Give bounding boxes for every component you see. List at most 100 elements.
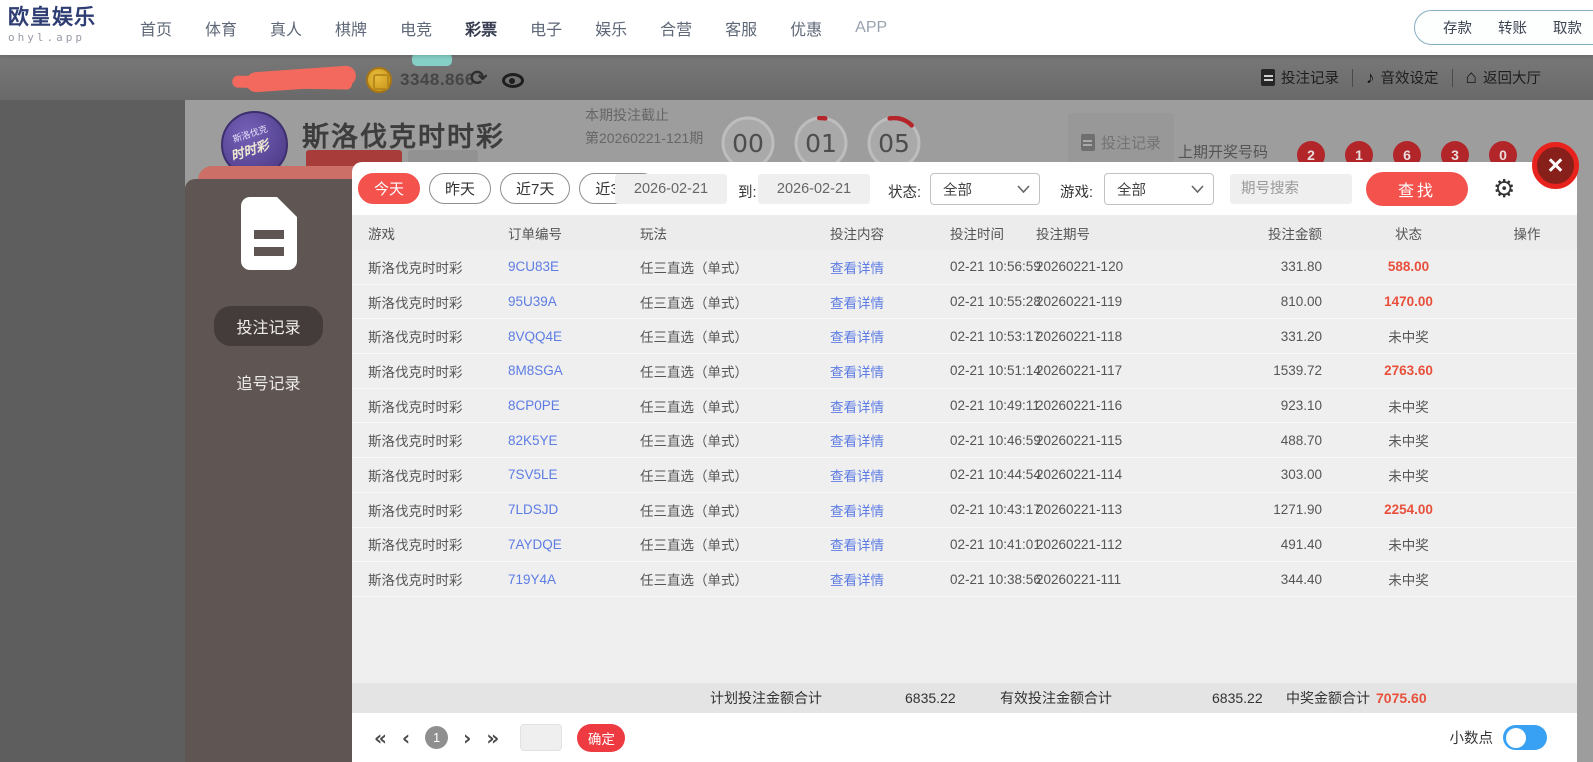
cell-play: 任三直选（单式） xyxy=(640,399,748,415)
order-link[interactable]: 9CU83E xyxy=(508,259,640,274)
detail-link[interactable]: 查看详情 xyxy=(830,361,950,381)
confirm-button[interactable]: 确定 xyxy=(577,723,626,752)
bet-records-link[interactable]: 投注记录 xyxy=(1261,67,1339,88)
cell-time: 02-21 10:51:14 xyxy=(950,363,1041,379)
cell-period: 20260221-111 xyxy=(1036,571,1122,587)
table-row: 斯洛伐克时时彩 8VQQ4E 任三直选（单式） 查看详情 02-21 10:53… xyxy=(352,319,1577,355)
order-link[interactable]: 719Y4A xyxy=(508,572,640,587)
current-page-badge[interactable]: 1 xyxy=(425,726,449,749)
cell-time: 02-21 10:53:17 xyxy=(950,328,1041,344)
return-lobby-link[interactable]: ⌂ 返回大厅 xyxy=(1466,67,1541,88)
brand-domain: ohyl.app xyxy=(8,31,85,44)
nav-item-11[interactable]: APP xyxy=(855,19,887,37)
eye-icon[interactable] xyxy=(502,73,524,88)
cell-amount: 331.20 xyxy=(1280,328,1322,344)
cell-game: 斯洛伐克时时彩 xyxy=(368,573,463,589)
detail-link[interactable]: 查看详情 xyxy=(830,534,950,554)
table-row: 斯洛伐克时时彩 719Y4A 任三直选（单式） 查看详情 02-21 10:38… xyxy=(352,562,1577,597)
search-button[interactable]: 查找 xyxy=(1366,172,1468,206)
detail-link[interactable]: 查看详情 xyxy=(830,292,950,312)
nav-item-2[interactable]: 真人 xyxy=(270,16,302,40)
first-page-icon[interactable]: « xyxy=(374,726,387,750)
prev-page-icon[interactable]: ‹ xyxy=(402,726,410,750)
last-page-icon[interactable]: » xyxy=(486,726,499,750)
brand-logo[interactable]: 欧皇娱乐 ohyl.app xyxy=(8,7,96,43)
quick-filter-1[interactable]: 昨天 xyxy=(429,173,492,204)
date-to-input[interactable] xyxy=(758,174,870,204)
next-page-icon[interactable]: › xyxy=(463,726,471,750)
col-header-0: 游戏 xyxy=(368,226,395,242)
sidebar-item-bet-records[interactable]: 投注记录 xyxy=(214,306,323,346)
nav-item-7[interactable]: 娱乐 xyxy=(595,16,627,40)
sound-settings-link[interactable]: ♪ 音效设定 xyxy=(1366,67,1439,88)
cell-amount: 491.40 xyxy=(1280,536,1322,552)
col-header-7: 状态 xyxy=(1395,226,1422,242)
decimal-toggle[interactable] xyxy=(1503,725,1547,750)
decimal-toggle-wrap: 小数点 xyxy=(1450,713,1547,762)
cell-play: 任三直选（单式） xyxy=(640,260,748,276)
last-draw-label: 上期开奖号码 xyxy=(1178,144,1269,161)
nav-item-4[interactable]: 电竞 xyxy=(400,16,432,40)
bet-records-modal: 今天昨天近7天近30天 到: 状态: 全部 游戏: 全部 查找 ⚙ 游戏 订单编号… xyxy=(352,162,1577,762)
quick-filter-2[interactable]: 近7天 xyxy=(500,173,571,204)
detail-link[interactable]: 查看详情 xyxy=(830,569,950,589)
cell-amount: 923.10 xyxy=(1280,398,1322,414)
nav-item-0[interactable]: 首页 xyxy=(140,16,172,40)
sidebar-item-chase-records[interactable]: 追号记录 xyxy=(236,370,300,394)
detail-link[interactable]: 查看详情 xyxy=(830,430,950,450)
cell-period: 20260221-118 xyxy=(1036,328,1123,344)
deadline-block: 本期投注截止 第20260221-121期 xyxy=(585,108,703,145)
cell-game: 斯洛伐克时时彩 xyxy=(368,260,463,276)
order-link[interactable]: 95U39A xyxy=(508,294,640,309)
close-modal-button[interactable]: × xyxy=(1532,142,1579,189)
nav-item-1[interactable]: 体育 xyxy=(205,16,237,40)
wallet-action-0[interactable]: 存款 xyxy=(1443,17,1472,38)
cell-status: 未中奖 xyxy=(1388,468,1429,484)
nav-item-3[interactable]: 棋牌 xyxy=(335,16,367,40)
document-icon xyxy=(1261,69,1276,86)
nav-item-5[interactable]: 彩票 xyxy=(465,16,497,40)
order-link[interactable]: 8M8SGA xyxy=(508,363,640,378)
date-from-input[interactable] xyxy=(615,174,727,204)
col-header-1: 订单编号 xyxy=(508,226,562,242)
document-icon xyxy=(1080,133,1095,151)
detail-link[interactable]: 查看详情 xyxy=(830,326,950,346)
cell-status: 2763.60 xyxy=(1384,363,1433,379)
table-row: 斯洛伐克时时彩 95U39A 任三直选（单式） 查看详情 02-21 10:55… xyxy=(352,284,1577,320)
cell-amount: 344.40 xyxy=(1280,571,1322,587)
order-link[interactable]: 7LDSJD xyxy=(508,502,640,517)
order-link[interactable]: 7SV5LE xyxy=(508,467,640,482)
game-select[interactable]: 全部 xyxy=(1104,173,1214,205)
deadline-label: 本期投注截止 xyxy=(585,107,669,123)
detail-link[interactable]: 查看详情 xyxy=(830,396,950,416)
wallet-action-2[interactable]: 取款 xyxy=(1553,17,1582,38)
order-link[interactable]: 8CP0PE xyxy=(508,398,640,413)
cell-status: 未中奖 xyxy=(1388,330,1429,346)
col-header-3: 投注内容 xyxy=(830,226,884,242)
gear-icon[interactable]: ⚙ xyxy=(1493,174,1515,204)
cell-play: 任三直选（单式） xyxy=(640,295,748,311)
filter-bar: 今天昨天近7天近30天 到: 状态: 全部 游戏: 全部 查找 ⚙ xyxy=(352,162,1577,215)
nav-item-9[interactable]: 客服 xyxy=(725,16,757,40)
order-link[interactable]: 82K5YE xyxy=(508,433,640,448)
cell-game: 斯洛伐克时时彩 xyxy=(368,399,463,415)
quick-filter-0[interactable]: 今天 xyxy=(358,173,421,204)
cell-play: 任三直选（单式） xyxy=(640,573,748,589)
detail-link[interactable]: 查看详情 xyxy=(830,257,950,277)
detail-link[interactable]: 查看详情 xyxy=(830,465,950,485)
cell-amount: 488.70 xyxy=(1280,432,1322,448)
order-link[interactable]: 7AYDQE xyxy=(508,537,640,552)
order-link[interactable]: 8VQQ4E xyxy=(508,329,640,344)
cell-amount: 810.00 xyxy=(1280,294,1322,310)
nav-item-8[interactable]: 合营 xyxy=(660,16,692,40)
status-select[interactable]: 全部 xyxy=(930,173,1040,205)
quick-filters: 今天昨天近7天近30天 xyxy=(358,173,659,204)
nav-item-6[interactable]: 电子 xyxy=(530,16,562,40)
wallet-action-1[interactable]: 转账 xyxy=(1498,17,1527,38)
page-jump-input[interactable] xyxy=(520,724,563,751)
detail-link[interactable]: 查看详情 xyxy=(830,500,950,520)
col-header-5: 投注期号 xyxy=(1036,226,1090,242)
nav-item-10[interactable]: 优惠 xyxy=(790,16,822,40)
refresh-icon[interactable]: ⟳ xyxy=(470,66,488,91)
period-search-input[interactable] xyxy=(1230,174,1352,204)
